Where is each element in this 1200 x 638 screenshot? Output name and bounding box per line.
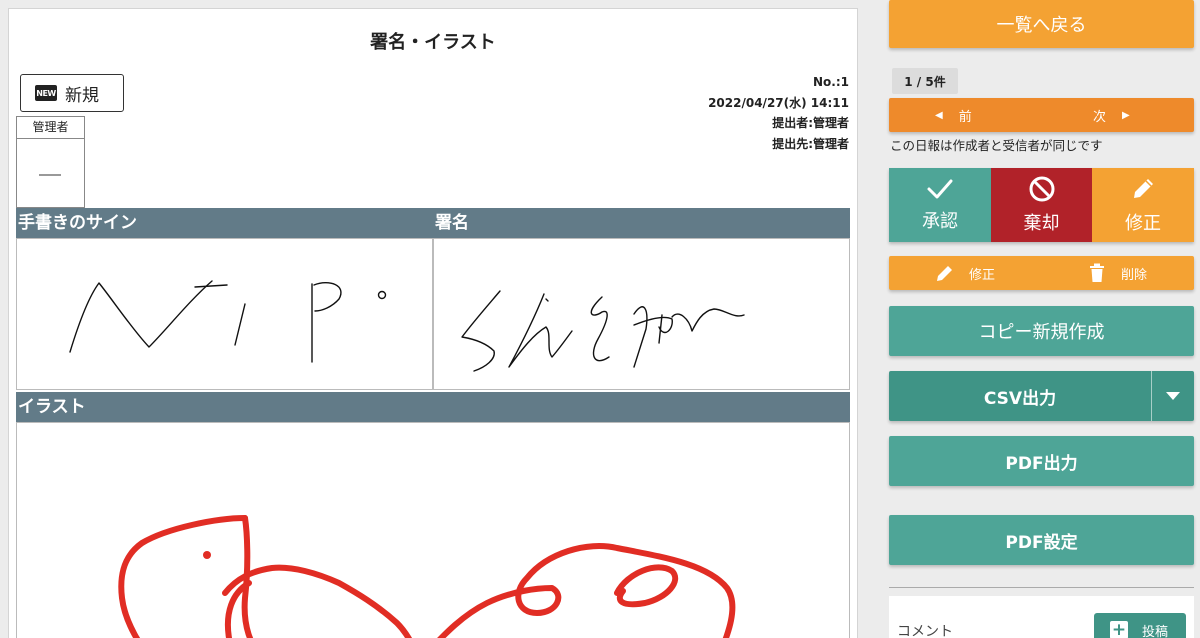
csv-export-label: CSV出力 [983,388,1057,409]
back-to-list-button[interactable]: 一覧へ戻る [889,0,1194,48]
plus-icon: + [1110,620,1128,638]
trash-icon [1090,263,1104,282]
caret-down-icon [1166,392,1180,400]
edit-small-label: 修正 [969,267,996,283]
approval-stamp-box: 管理者 [16,116,85,208]
illustration-drawing [118,515,736,638]
comment-panel: コメント + 投稿 [889,596,1194,638]
next-button[interactable]: 次 ▶ [1093,98,1130,132]
post-label: 投稿 [1142,624,1169,638]
prev-label: 前 [958,109,972,125]
handwritten-sign-area [16,238,433,390]
illustration-eye-dot [203,551,211,559]
stamp-empty-mark [39,174,61,176]
stamp-label: 管理者 [17,117,84,139]
document-title: 署名・イラスト [370,32,496,53]
status-label: 新規 [65,85,99,106]
report-number: No.:1 [813,75,849,89]
checkmark-icon [927,179,953,199]
report-document: 署名・イラスト NEW 新規 No.:1 2022/04/27(水) 14:11… [8,8,858,638]
signature-area [433,238,850,390]
section-header-handwritten-sign: 手書きのサイン [16,208,433,238]
next-label: 次 [1093,109,1107,125]
delete-label: 削除 [1121,267,1148,283]
section-divider [889,587,1194,588]
pdf-export-label: PDF出力 [1005,453,1078,474]
report-datetime: 2022/04/27(水) 14:11 [708,95,849,110]
edit-delete-bar: 修正 削除 [889,256,1194,290]
signature-drawing [461,290,745,372]
pdf-export-button[interactable]: PDF出力 [889,436,1194,486]
report-recipient: 提出先:管理者 [772,136,849,151]
triangle-right-icon: ▶ [1122,109,1130,121]
pager-bar: ◀ 前 次 ▶ [889,98,1194,132]
report-submitter: 提出者:管理者 [772,116,849,130]
reject-label: 棄却 [1023,213,1060,234]
prev-button[interactable]: ◀ 前 [935,98,972,132]
copy-new-button[interactable]: コピー新規作成 [889,306,1194,356]
pencil-icon [937,266,952,281]
pdf-settings-label: PDF設定 [1005,532,1078,553]
report-meta: No.:1 2022/04/27(水) 14:11 提出者:管理者 提出先:管理… [708,72,849,154]
pdf-settings-button[interactable]: PDF設定 [889,515,1194,565]
same-author-note: この日報は作成者と受信者が同じです [890,138,1103,153]
pencil-icon [1134,179,1153,198]
csv-export-group: CSV出力 [889,371,1194,421]
post-comment-button[interactable]: + 投稿 [1094,613,1186,638]
prohibited-icon [1029,176,1054,202]
new-status-badge: NEW 新規 [20,74,124,112]
csv-options-dropdown[interactable] [1152,371,1194,421]
edit-small-button[interactable]: 修正 [935,256,995,290]
delete-button[interactable]: 削除 [1089,256,1147,290]
edit-label: 修正 [1125,213,1161,234]
approve-button[interactable]: 承認 [889,168,991,242]
reject-button[interactable]: 棄却 [991,168,1092,242]
approve-label: 承認 [922,211,958,232]
edit-button[interactable]: 修正 [1092,168,1194,242]
comment-label: コメント [897,624,953,638]
section-header-illustration: イラスト [16,392,850,422]
copy-new-label: コピー新規作成 [978,322,1105,343]
new-icon: NEW [35,85,57,101]
handwritten-sign-drawing [69,280,387,363]
section-header-signature: 署名 [433,208,850,238]
illustration-area [16,422,850,638]
back-to-list-label: 一覧へ戻る [996,15,1087,36]
record-count-badge: 1 / 5件 [892,68,958,94]
triangle-left-icon: ◀ [935,109,943,121]
csv-export-button[interactable]: CSV出力 [889,371,1151,421]
